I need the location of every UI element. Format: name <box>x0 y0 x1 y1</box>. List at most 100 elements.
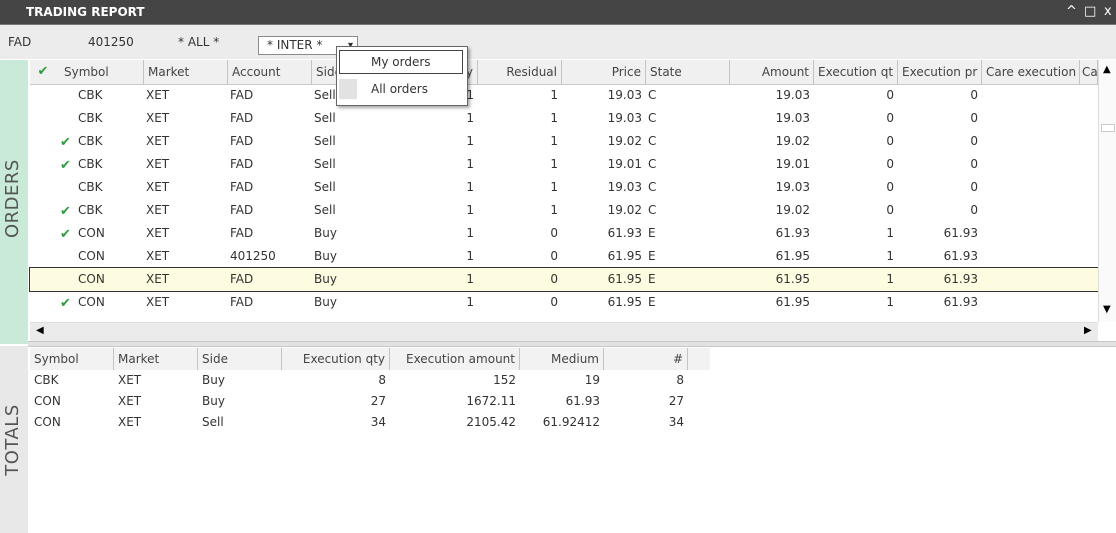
orders-side-strip: ORDERS <box>0 60 28 344</box>
order-cell-amount: 61.95 <box>775 272 810 286</box>
order-cell-price: 19.02 <box>607 203 642 217</box>
close-icon[interactable]: x <box>1104 0 1112 24</box>
column-header-account[interactable]: Account <box>228 60 312 84</box>
orders-header: ✔ Symbol Market Account Side y Residual … <box>30 60 1098 85</box>
order-cell-residual: 1 <box>550 203 558 217</box>
totals-cell-count: 8 <box>676 373 684 387</box>
maximize-icon[interactable]: □ <box>1084 0 1096 24</box>
order-cell-exec_price: 0 <box>970 203 978 217</box>
order-cell-state: E <box>648 249 656 263</box>
order-cell-market: XET <box>146 157 170 171</box>
order-cell-state: E <box>648 226 656 240</box>
table-row[interactable]: CON XET Sell 34 2105.42 61.92412 34 <box>30 412 710 433</box>
order-cell-exec_qty: 0 <box>886 157 894 171</box>
table-row[interactable]: CBK XET FAD Sell 1 1 19.03 C 19.03 0 0 <box>30 107 1098 130</box>
table-row[interactable]: ✔ CON XET FAD Buy 1 0 61.93 E 61.93 1 61.93 <box>30 222 1098 245</box>
column-header-state[interactable]: State <box>646 60 730 84</box>
column-header-execution-price[interactable]: Execution pr <box>898 60 982 84</box>
filter-bar: FAD 401250 * ALL * <box>0 25 1116 59</box>
order-cell-qty: 1 <box>466 157 474 171</box>
order-cell-qty: 1 <box>466 203 474 217</box>
scroll-right-icon[interactable]: ▶ <box>1084 325 1092 336</box>
column-header-market[interactable]: Market <box>144 60 228 84</box>
order-cell-symbol: CBK <box>78 88 103 102</box>
minimize-icon[interactable]: ^ <box>1066 0 1077 24</box>
order-cell-state: E <box>648 272 656 286</box>
totals-column-header-market[interactable]: Market <box>114 348 198 370</box>
table-row[interactable]: CBK XET FAD Sell 1 1 19.03 C 19.03 0 0 <box>30 84 1098 107</box>
checkmark-icon[interactable]: ✔ <box>30 60 60 84</box>
scroll-up-icon[interactable]: ▲ <box>1103 64 1111 75</box>
order-cell-price: 19.03 <box>607 180 642 194</box>
order-cell-symbol: CBK <box>78 134 103 148</box>
order-cell-amount: 61.95 <box>775 249 810 263</box>
panel-divider[interactable] <box>28 341 1116 347</box>
column-header-care-execution[interactable]: Care execution <box>982 60 1080 84</box>
checkmark-icon: ✔ <box>60 135 71 150</box>
totals-column-header-execution-amount[interactable]: Execution amount <box>390 348 520 370</box>
order-cell-amount: 19.02 <box>775 203 810 217</box>
table-row[interactable]: CON XET 401250 Buy 1 0 61.95 E 61.95 1 61.93 <box>30 245 1098 268</box>
table-row[interactable]: ✔ CON XET FAD Buy 1 0 61.95 E 61.95 1 61.93 <box>30 291 1098 314</box>
all-filter[interactable]: * ALL * <box>178 25 219 59</box>
order-cell-market: XET <box>146 134 170 148</box>
order-cell-symbol: CON <box>78 249 105 263</box>
totals-side-label: TOTALS <box>2 404 23 476</box>
order-cell-exec_price: 0 <box>970 88 978 102</box>
table-row[interactable]: ✔ CBK XET FAD Sell 1 1 19.01 C 19.01 0 0 <box>30 153 1098 176</box>
order-cell-qty: 1 <box>466 295 474 309</box>
column-header-execution-qty[interactable]: Execution qt <box>814 60 898 84</box>
table-row[interactable]: CBK XET Buy 8 152 19 8 <box>30 370 710 391</box>
scroll-thumb[interactable] <box>1101 124 1115 132</box>
order-cell-symbol: CBK <box>78 180 103 194</box>
order-cell-account: FAD <box>230 134 254 148</box>
order-cell-state: C <box>648 203 657 217</box>
totals-cell-side: Buy <box>202 394 225 408</box>
order-cell-side: Buy <box>314 272 337 286</box>
column-header-symbol[interactable]: Symbol <box>60 60 144 84</box>
totals-cell-medium: 61.93 <box>565 394 600 408</box>
order-cell-symbol: CON <box>78 272 105 286</box>
table-row[interactable]: ✔ CBK XET FAD Sell 1 1 19.02 C 19.02 0 0 <box>30 199 1098 222</box>
order-cell-account: FAD <box>230 111 254 125</box>
horizontal-scrollbar[interactable]: ◀ ▶ <box>30 322 1098 341</box>
totals-column-header-count[interactable]: # <box>604 348 688 370</box>
column-header-residual[interactable]: Residual <box>478 60 562 84</box>
column-header-amount[interactable]: Amount <box>730 60 814 84</box>
scroll-down-icon[interactable]: ▼ <box>1103 304 1111 315</box>
column-header-price[interactable]: Price <box>562 60 646 84</box>
menu-item-all-orders[interactable]: All orders <box>337 76 467 102</box>
order-cell-market: XET <box>146 180 170 194</box>
order-cell-side: Sell <box>314 111 336 125</box>
totals-cell-exec_qty: 27 <box>370 394 386 408</box>
order-cell-qty: 1 <box>466 226 474 240</box>
totals-column-header-symbol[interactable]: Symbol <box>30 348 114 370</box>
totals-cell-symbol: CON <box>34 415 61 429</box>
order-cell-state: C <box>648 111 657 125</box>
totals-cell-medium: 19 <box>584 373 600 387</box>
account-filter[interactable]: FAD <box>8 25 31 59</box>
table-row[interactable]: CON XET FAD Buy 1 0 61.95 E 61.95 1 61.93 <box>29 267 1099 292</box>
totals-column-header-side[interactable]: Side <box>198 348 282 370</box>
order-cell-residual: 1 <box>550 88 558 102</box>
totals-column-header-medium[interactable]: Medium <box>520 348 604 370</box>
vertical-scrollbar[interactable]: ▲ ▼ <box>1098 60 1116 322</box>
table-row[interactable]: ✔ CBK XET FAD Sell 1 1 19.02 C 19.02 0 0 <box>30 130 1098 153</box>
order-cell-exec_qty: 0 <box>886 111 894 125</box>
order-cell-amount: 19.01 <box>775 157 810 171</box>
column-header-ca[interactable]: Ca <box>1080 60 1098 84</box>
totals-column-header-execution-qty[interactable]: Execution qty <box>282 348 390 370</box>
table-row[interactable]: CBK XET FAD Sell 1 1 19.03 C 19.03 0 0 <box>30 176 1098 199</box>
order-cell-price: 61.95 <box>607 249 642 263</box>
table-row[interactable]: CON XET Buy 27 1672.11 61.93 27 <box>30 391 710 412</box>
order-cell-market: XET <box>146 88 170 102</box>
totals-cell-exec_amount: 2105.42 <box>466 415 516 429</box>
number-filter[interactable]: 401250 <box>88 25 134 59</box>
scroll-left-icon[interactable]: ◀ <box>36 325 44 336</box>
order-cell-exec_qty: 1 <box>886 226 894 240</box>
menu-item-gutter <box>339 79 357 99</box>
order-cell-market: XET <box>146 272 170 286</box>
menu-item-all-orders-label: All orders <box>371 82 428 96</box>
totals-header: Symbol Market Side Execution qty Executi… <box>30 348 710 370</box>
menu-item-my-orders[interactable]: My orders <box>337 49 467 75</box>
